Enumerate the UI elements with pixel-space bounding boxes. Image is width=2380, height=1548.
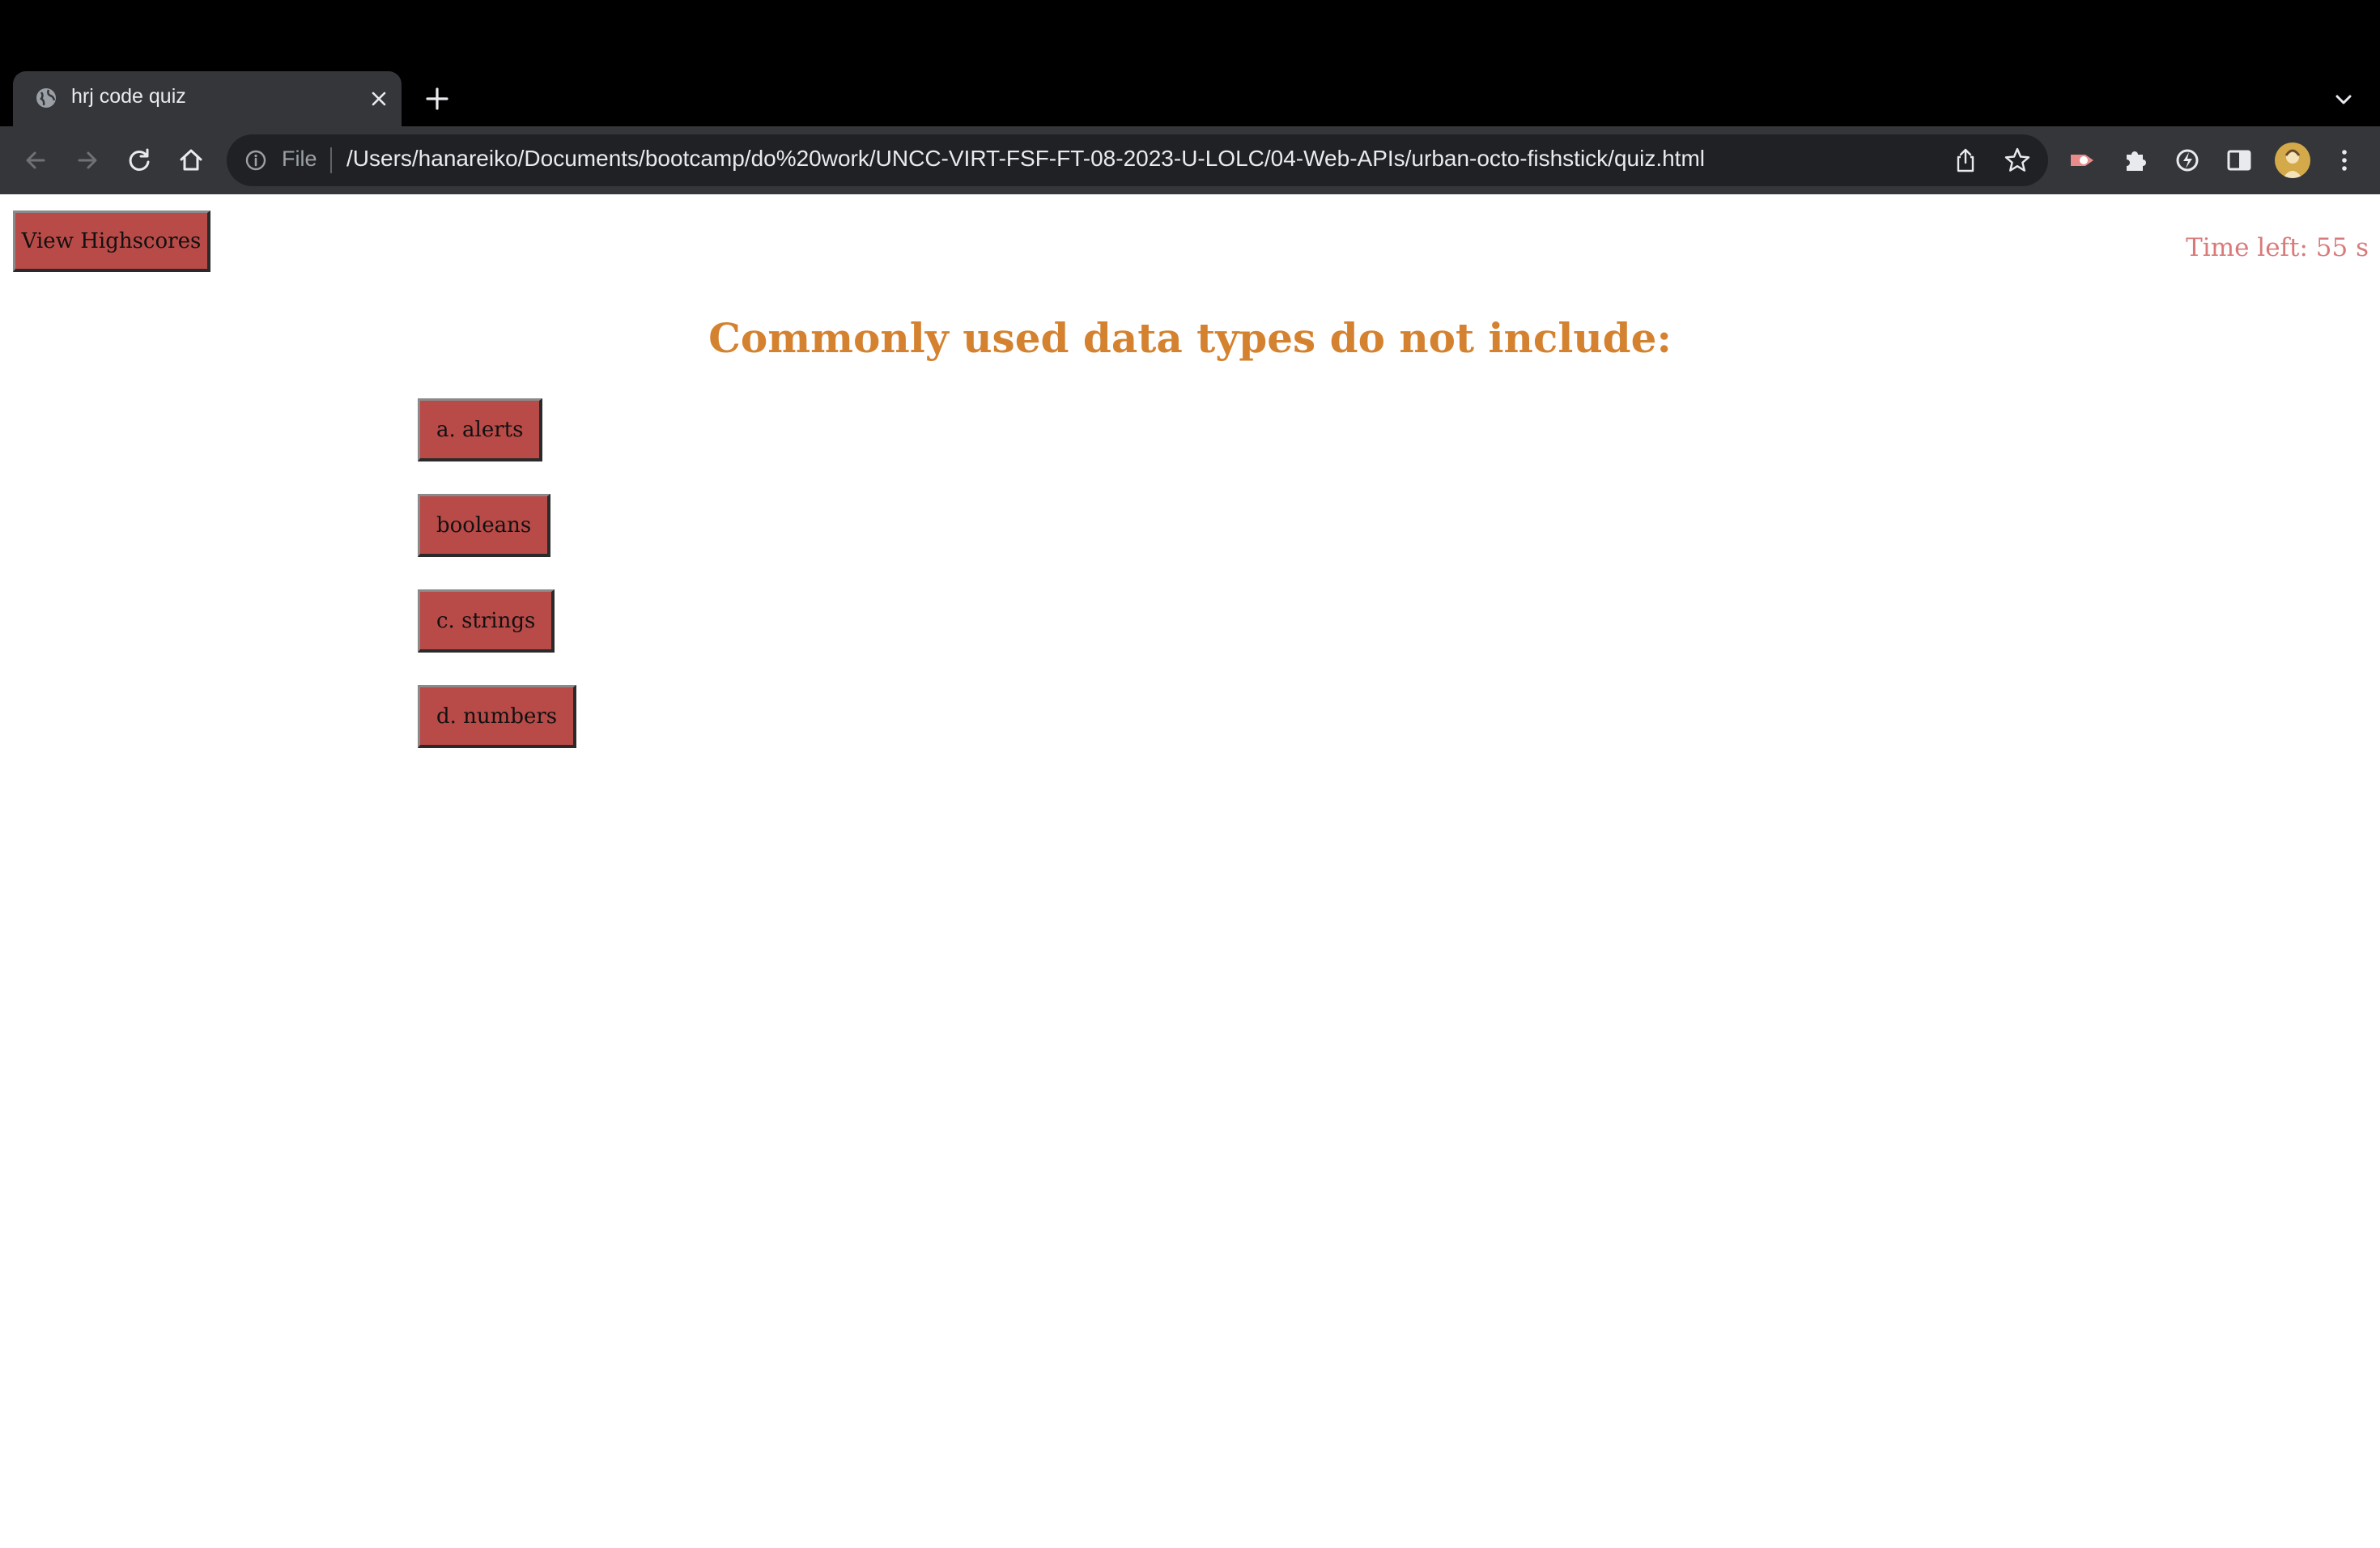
timer-text: Time left: 55 s	[2186, 233, 2369, 262]
reload-icon[interactable]	[123, 144, 155, 176]
url-text[interactable]: /Users/hanareiko/Documents/bootcamp/do%2…	[346, 146, 1705, 172]
profile-avatar[interactable]	[2275, 142, 2310, 178]
browser-tab[interactable]: hrj code quiz	[13, 71, 402, 126]
side-panel-icon[interactable]	[2223, 144, 2255, 176]
extensions-puzzle-icon[interactable]	[2119, 144, 2152, 176]
answer-button-d[interactable]: d. numbers	[418, 685, 577, 748]
close-tab-icon[interactable]	[368, 87, 390, 110]
omnibox-divider	[330, 147, 332, 173]
tab-title: hrj code quiz	[71, 85, 186, 108]
answer-button-b[interactable]: booleans	[418, 494, 551, 557]
home-icon[interactable]	[175, 144, 207, 176]
view-highscores-button[interactable]: View Highscores	[13, 211, 210, 272]
share-icon[interactable]	[1951, 146, 1980, 175]
performance-icon[interactable]	[2171, 144, 2204, 176]
more-menu-icon[interactable]	[2328, 144, 2361, 176]
tab-strip: hrj code quiz	[0, 0, 2380, 126]
chevron-down-icon[interactable]	[2331, 87, 2356, 112]
quiz-page: View Highscores Time left: 55 s Commonly…	[0, 194, 2380, 1548]
extension-record-icon[interactable]	[2068, 144, 2100, 176]
info-icon[interactable]	[244, 149, 267, 172]
scheme-label: File	[282, 147, 317, 171]
new-tab-icon[interactable]	[423, 84, 452, 113]
address-bar[interactable]: File /Users/hanareiko/Documents/bootcamp…	[227, 134, 2048, 186]
answer-button-a[interactable]: a. alerts	[418, 398, 543, 461]
answer-button-c[interactable]: c. strings	[418, 589, 555, 653]
profile-image-icon	[2283, 149, 2302, 178]
globe-icon	[36, 88, 56, 108]
browser-toolbar: File /Users/hanareiko/Documents/bootcamp…	[0, 126, 2380, 194]
question-title: Commonly used data types do not include:	[708, 314, 1672, 362]
bookmark-star-icon[interactable]	[2003, 146, 2032, 175]
back-icon[interactable]	[19, 144, 52, 176]
forward-icon[interactable]	[71, 144, 104, 176]
